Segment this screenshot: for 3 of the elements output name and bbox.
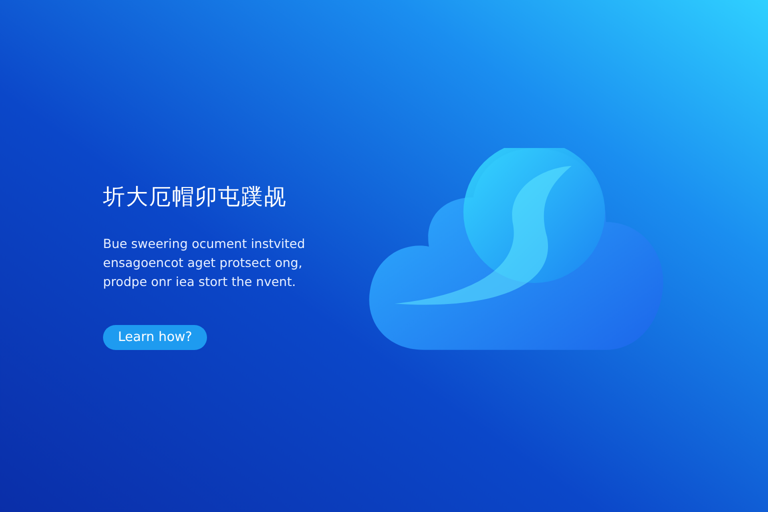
headline: 圻大厄帽卯屯蹼觇: [103, 184, 287, 212]
description-text: Bue sweering ocument instvited ensagoencot aget protsect ong, prodpe onr iea stort the nvent.: [103, 235, 306, 291]
learn-more-button[interactable]: Learn how?: [103, 325, 208, 350]
